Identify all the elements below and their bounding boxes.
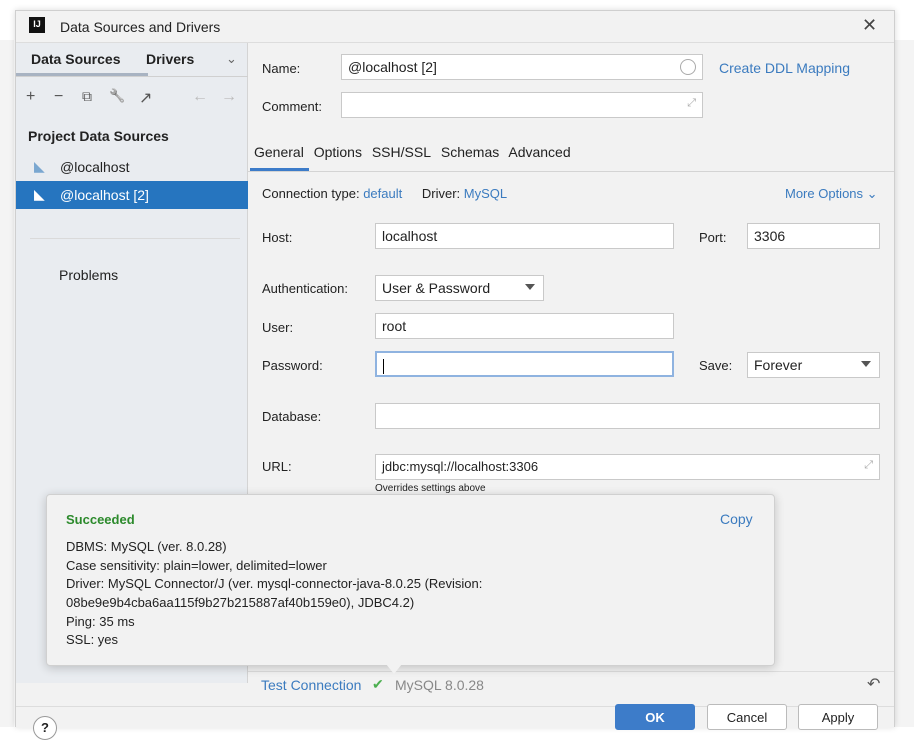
expand-icon[interactable]: ⤢	[864, 459, 873, 472]
jump-icon[interactable]: ↗	[139, 88, 152, 108]
popup-pointer	[386, 664, 402, 674]
authentication-label: Authentication:	[262, 281, 349, 296]
item-label: @localhost	[60, 159, 130, 175]
save-label: Save:	[699, 358, 733, 373]
background-editor	[0, 40, 14, 727]
tabs: General Options SSH/SSL Schemas Advanced	[254, 144, 577, 160]
check-icon: ✔	[372, 676, 384, 692]
tab-ssh-ssl[interactable]: SSH/SSL	[372, 144, 431, 160]
background-editor-right	[895, 40, 914, 727]
name-input[interactable]: @localhost [2]	[341, 54, 703, 80]
driver-label: Driver:	[421, 186, 461, 201]
close-icon[interactable]: ✕	[862, 15, 877, 36]
test-connection-popup: Succeeded Copy DBMS: MySQL (ver. 8.0.28)…	[46, 494, 775, 666]
mysql-icon: ◣	[34, 158, 45, 174]
save-value: Forever	[754, 357, 803, 373]
section-heading: Project Data Sources	[28, 128, 169, 144]
item-label: @localhost [2]	[60, 187, 149, 203]
port-label: Port:	[699, 230, 727, 245]
port-input[interactable]: 3306	[747, 223, 880, 249]
authentication-value: User & Password	[382, 280, 491, 296]
name-label: Name:	[262, 61, 301, 76]
revert-icon[interactable]: ↶	[867, 674, 880, 694]
host-input[interactable]: localhost	[375, 223, 674, 249]
popup-line: 08be9e9b4cba6aa115f9b27b215887af40b159e0…	[66, 595, 415, 610]
database-label: Database:	[262, 409, 322, 424]
tab-general[interactable]: General	[254, 144, 304, 160]
remove-icon[interactable]: −	[54, 88, 63, 106]
mysql-icon: ◣	[34, 186, 45, 202]
duplicate-icon[interactable]: ⧉	[82, 88, 92, 105]
cancel-button[interactable]: Cancel	[707, 704, 787, 730]
user-input[interactable]: root	[375, 313, 674, 339]
problems-item[interactable]: Problems	[59, 267, 118, 283]
back-arrow-icon[interactable]: ←	[192, 88, 208, 106]
database-input[interactable]	[375, 403, 880, 429]
list-item-localhost-2[interactable]: ◣ @localhost [2]	[16, 181, 248, 209]
tab-schemas[interactable]: Schemas	[441, 144, 499, 160]
apply-button[interactable]: Apply	[798, 704, 878, 730]
color-circle-icon[interactable]	[680, 59, 696, 75]
url-hint: Overrides settings above	[375, 483, 486, 494]
password-input[interactable]	[375, 351, 674, 377]
chevron-down-icon[interactable]: ⌄	[226, 51, 237, 67]
test-connection-link[interactable]: Test Connection	[261, 677, 361, 693]
tab-advanced[interactable]: Advanced	[508, 144, 570, 160]
comment-label: Comment:	[262, 99, 322, 114]
host-label: Host:	[262, 230, 293, 245]
title-bar: IJ Data Sources and Drivers ✕	[16, 11, 894, 43]
text-cursor	[383, 358, 384, 374]
forward-arrow-icon[interactable]: →	[221, 88, 237, 106]
divider	[248, 171, 894, 172]
ok-button[interactable]: OK	[615, 704, 695, 730]
wrench-icon[interactable]: 🔧	[109, 88, 125, 104]
tab-drivers[interactable]: Drivers	[146, 51, 194, 67]
popup-line: Driver: MySQL Connector/J (ver. mysql-co…	[66, 576, 483, 591]
popup-line: Ping: 35 ms	[66, 614, 135, 629]
connection-type: Connection type: default Driver: MySQL	[262, 186, 507, 201]
dialog-title: Data Sources and Drivers	[60, 19, 221, 35]
name-value: @localhost [2]	[348, 59, 437, 75]
divider	[248, 671, 894, 672]
url-value: jdbc:mysql://localhost:3306	[382, 459, 539, 474]
create-ddl-mapping-link[interactable]: Create DDL Mapping	[719, 60, 850, 76]
url-label: URL:	[262, 459, 292, 474]
server-version: MySQL 8.0.28	[395, 677, 484, 693]
status-succeeded: Succeeded	[66, 512, 135, 527]
tab-data-sources[interactable]: Data Sources	[31, 51, 120, 67]
add-icon[interactable]: +	[26, 88, 35, 106]
dropdown-arrow-icon	[525, 284, 535, 290]
comment-input[interactable]: ⤢	[341, 92, 703, 118]
divider	[16, 76, 248, 77]
app-logo-icon: IJ	[29, 17, 45, 33]
popup-line: Case sensitivity: plain=lower, delimited…	[66, 558, 327, 573]
expand-icon[interactable]: ⤢	[687, 97, 696, 110]
authentication-select[interactable]: User & Password	[375, 275, 544, 301]
divider	[30, 238, 240, 239]
more-options-link[interactable]: More Options ⌄	[785, 186, 878, 202]
dropdown-arrow-icon	[861, 361, 871, 367]
help-button[interactable]: ?	[33, 716, 57, 740]
list-item-localhost[interactable]: ◣ @localhost	[16, 153, 248, 181]
save-select[interactable]: Forever	[747, 352, 880, 378]
user-label: User:	[262, 320, 294, 335]
copy-link[interactable]: Copy	[720, 511, 753, 527]
tab-options[interactable]: Options	[314, 144, 362, 160]
url-input[interactable]: jdbc:mysql://localhost:3306 ⤢	[375, 454, 880, 480]
popup-line: SSL: yes	[66, 632, 119, 647]
connection-type-link[interactable]: default	[363, 186, 402, 201]
chevron-down-icon: ⌄	[866, 186, 878, 201]
connection-type-label: Connection type:	[262, 186, 360, 201]
more-options-label: More Options	[785, 186, 864, 201]
popup-line: DBMS: MySQL (ver. 8.0.28)	[66, 539, 227, 554]
dialog-window: IJ Data Sources and Drivers ✕ Data Sourc…	[15, 10, 895, 740]
driver-link[interactable]: MySQL	[464, 186, 507, 201]
password-label: Password:	[262, 358, 323, 373]
